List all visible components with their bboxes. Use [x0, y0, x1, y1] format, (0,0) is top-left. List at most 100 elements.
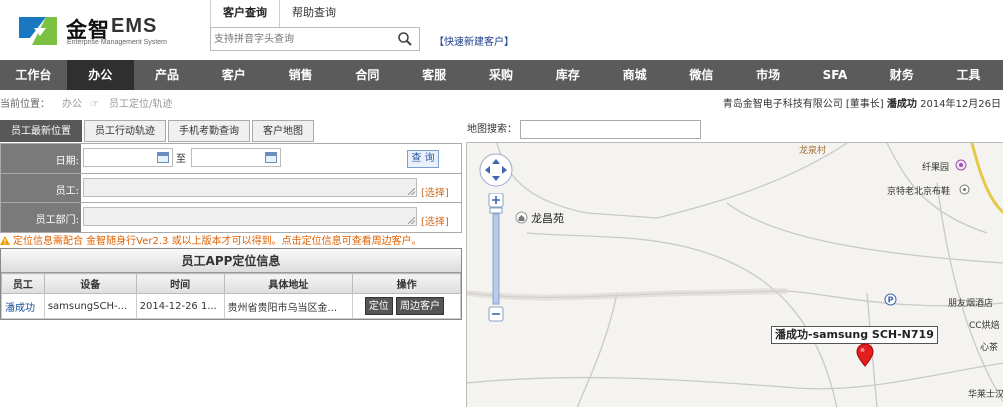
- cell-device: samsungSCH-...: [43, 293, 137, 319]
- nav-item-office[interactable]: 办公: [66, 60, 134, 90]
- map-search-input[interactable]: [520, 120, 701, 139]
- dept-field-area: [选择]: [81, 203, 461, 232]
- poi-park[interactable]: 纤果园: [922, 160, 949, 173]
- location-marker-icon[interactable]: [856, 343, 874, 367]
- date-label: 日期:: [55, 156, 79, 167]
- poi-store-icon[interactable]: [959, 184, 970, 195]
- tab-customer-map[interactable]: 客户地图: [252, 120, 314, 142]
- nearby-customers-button[interactable]: 周边客户: [396, 297, 444, 315]
- tab-customer-query[interactable]: 客户查询: [210, 0, 280, 27]
- search-icon[interactable]: [397, 31, 413, 47]
- header: 金智 EMS Enterprise Management System 客户查询…: [0, 0, 1003, 60]
- poi-store[interactable]: 京特老北京布鞋: [887, 184, 950, 197]
- cell-time: 2014-12-26 1...: [135, 293, 225, 319]
- nav-item-sfa[interactable]: SFA: [802, 60, 869, 90]
- nav-item-sales[interactable]: 销售: [267, 60, 334, 90]
- nav-item-workbench[interactable]: 工作台: [0, 60, 67, 90]
- map-view[interactable]: 龙泉村 纤果园 京特老北京布鞋 龙昌苑 P 朋友烟酒店 CC烘焙 心茶 华莱士汉…: [466, 142, 1003, 407]
- col-address: 具体地址: [223, 273, 354, 294]
- nav-item-purchase[interactable]: 采购: [468, 60, 535, 90]
- poi-village[interactable]: 龙泉村: [799, 143, 826, 156]
- nav-item-wechat[interactable]: 微信: [668, 60, 735, 90]
- start-date-input[interactable]: [83, 148, 173, 167]
- cell-employee[interactable]: 潘成功: [1, 293, 45, 319]
- current-date: 2014年12月26日: [920, 99, 1001, 110]
- breadcrumb: 当前位置： 办公 ☞ 员工定位/轨迹 青岛金智电子科技有限公司 [董事长] 潘成…: [0, 95, 1003, 115]
- calendar-icon[interactable]: [265, 152, 277, 163]
- nav-item-products[interactable]: 产品: [134, 60, 201, 90]
- logo-subtitle: Enterprise Management System: [67, 39, 167, 46]
- logo-mark-icon: [19, 17, 57, 45]
- tab-mobile-attendance[interactable]: 手机考勤查询: [168, 120, 250, 142]
- date-field-area: 至 查 询: [81, 144, 461, 173]
- tab-help-query[interactable]: 帮助查询: [280, 0, 348, 27]
- parking-icon[interactable]: P: [884, 293, 897, 306]
- search-input[interactable]: [211, 28, 391, 50]
- map-zoom-control[interactable]: [488, 193, 504, 323]
- company-name: 青岛金智电子科技有限公司: [722, 99, 843, 110]
- location-table: 员工 设备 时间 具体地址 操作 潘成功 samsungSCH-... 2014…: [1, 273, 461, 319]
- logo[interactable]: 金智 EMS Enterprise Management System: [16, 12, 176, 50]
- quick-new-customer-link[interactable]: 【快速新建客户】: [434, 33, 514, 48]
- col-employee: 员工: [1, 273, 45, 294]
- poi-hualaishi[interactable]: 华莱士汉: [968, 387, 1003, 400]
- cell-actions: 定位 周边客户: [352, 293, 461, 319]
- to-label: 至: [176, 154, 186, 165]
- poi-garden-icon[interactable]: [515, 211, 528, 224]
- cell-address: 贵州省贵阳市乌当区金...: [223, 293, 354, 319]
- table-header-row: 员工 设备 时间 具体地址 操作: [1, 273, 461, 294]
- col-time: 时间: [135, 273, 225, 294]
- map-pan-control[interactable]: [479, 153, 513, 187]
- nav-item-mall[interactable]: 商城: [601, 60, 668, 90]
- pointing-hand-icon: ☞: [90, 99, 99, 110]
- poi-bakery[interactable]: CC烘焙: [969, 318, 1000, 331]
- locate-button[interactable]: 定位: [364, 297, 393, 315]
- search-box: [210, 27, 420, 51]
- table-row: 潘成功 samsungSCH-... 2014-12-26 1... 贵州省贵阳…: [1, 293, 461, 319]
- warning-icon: [0, 236, 10, 245]
- breadcrumb-current: 员工定位/轨迹: [109, 99, 173, 110]
- employee-field-area: [选择]: [81, 174, 461, 202]
- version-warning: 定位信息需配合 金智随身行Ver2.3 或以上版本才可以得到。点击定位信息可查看…: [0, 232, 462, 248]
- tab-latest-location[interactable]: 员工最新位置: [0, 120, 82, 142]
- dept-row: 员工部门: [选择]: [1, 203, 461, 233]
- poi-hotel[interactable]: 朋友烟酒店: [948, 296, 993, 309]
- nav-item-tools[interactable]: 工具: [935, 60, 1002, 90]
- col-device: 设备: [43, 273, 137, 294]
- employee-row: 员工: [选择]: [1, 174, 461, 203]
- resize-grip-icon[interactable]: [408, 188, 415, 195]
- map-search: 地图搜索：: [467, 120, 701, 142]
- nav-item-finance[interactable]: 财务: [868, 60, 935, 90]
- user-role: [董事长]: [845, 99, 884, 110]
- nav-item-inventory[interactable]: 库存: [534, 60, 601, 90]
- resize-grip-icon[interactable]: [408, 217, 415, 224]
- pick-dept-link[interactable]: [选择]: [421, 213, 449, 228]
- poi-park-icon[interactable]: [955, 159, 967, 171]
- tab-track[interactable]: 员工行动轨迹: [84, 120, 166, 142]
- location-table-panel: 员工APP定位信息 员工 设备 时间 具体地址 操作 潘成功 samsungSC…: [0, 248, 462, 320]
- poi-garden[interactable]: 龙昌苑: [531, 210, 564, 226]
- nav-item-customers[interactable]: 客户: [200, 60, 267, 90]
- employee-label: 员工:: [55, 186, 79, 197]
- warning-text: 定位信息需配合 金智随身行Ver2.3 或以上版本才可以得到。点击定位信息可查看…: [13, 236, 422, 247]
- calendar-icon[interactable]: [157, 152, 169, 163]
- breadcrumb-label: 当前位置：: [0, 99, 50, 110]
- query-button[interactable]: 查 询: [407, 150, 439, 168]
- breadcrumb-office[interactable]: 办公: [62, 95, 82, 115]
- dept-textarea[interactable]: [83, 207, 417, 226]
- map-search-label: 地图搜索：: [467, 124, 517, 135]
- employee-textarea[interactable]: [83, 178, 417, 197]
- end-date-input[interactable]: [191, 148, 281, 167]
- nav-item-market[interactable]: 市场: [735, 60, 802, 90]
- poi-tea[interactable]: 心茶: [980, 340, 998, 353]
- svg-text:P: P: [888, 296, 894, 305]
- pick-employee-link[interactable]: [选择]: [421, 184, 449, 199]
- dept-label: 员工部门:: [35, 215, 79, 226]
- col-actions: 操作: [352, 273, 461, 294]
- user-name[interactable]: 潘成功: [887, 99, 917, 110]
- nav-item-contracts[interactable]: 合同: [334, 60, 401, 90]
- main-nav: 工作台 办公 产品 客户 销售 合同 客服 采购 库存 商城 微信 市场 SFA…: [0, 60, 1003, 90]
- nav-item-service[interactable]: 客服: [401, 60, 468, 90]
- marker-label[interactable]: 潘成功-samsung SCH-N719: [771, 326, 938, 344]
- date-row: 日期: 至 查 询: [1, 144, 461, 174]
